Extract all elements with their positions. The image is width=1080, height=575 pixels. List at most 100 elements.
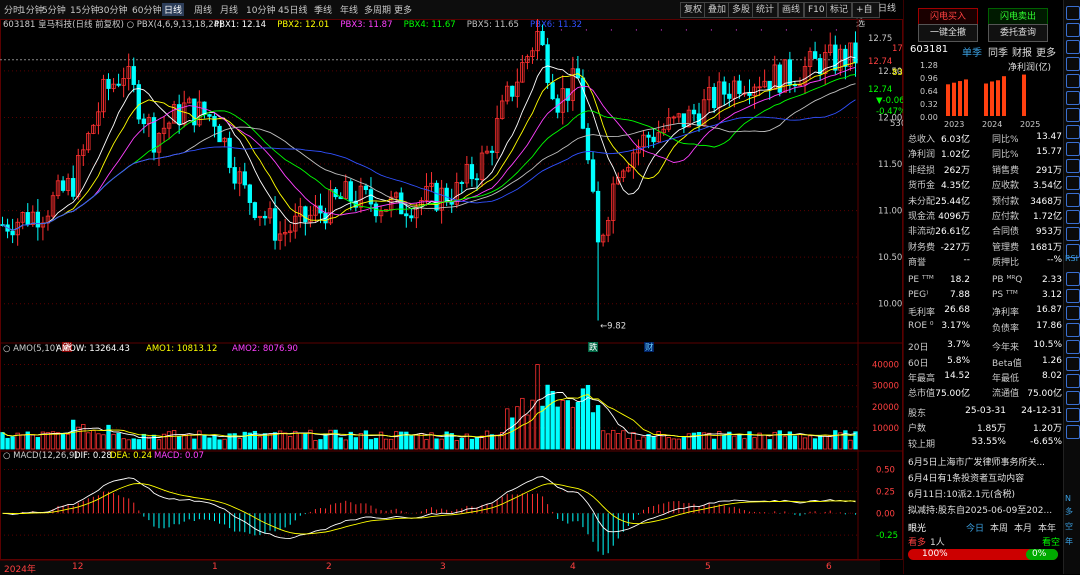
- tool-icon[interactable]: [1066, 6, 1080, 20]
- fin-cell: 应收款: [992, 181, 1020, 192]
- candle-body: [106, 78, 111, 89]
- amo-bar: [212, 435, 217, 450]
- amo-bar: [156, 439, 162, 450]
- toolbar-button[interactable]: 画线: [778, 2, 805, 18]
- order-query-button[interactable]: 委托查询: [988, 24, 1048, 42]
- toolbar-button[interactable]: 叠加: [704, 2, 731, 18]
- period-tab[interactable]: 45日线: [278, 3, 307, 16]
- tool-icon[interactable]: [1066, 193, 1080, 207]
- fin-cell: 合同债: [992, 227, 1020, 238]
- tool-icon[interactable]: [1066, 227, 1080, 241]
- toolbar-button[interactable]: 统计: [752, 2, 779, 18]
- news-item[interactable]: 拟减持:股东自2025-06-09至202...: [908, 503, 1052, 516]
- toolbar-button[interactable]: 复权: [680, 2, 707, 18]
- eye-tab[interactable]: 本年: [1038, 521, 1056, 534]
- period-tab[interactable]: 15分钟: [70, 3, 99, 16]
- period-tab[interactable]: 多周期: [364, 3, 391, 16]
- fin-tab[interactable]: 同季: [988, 44, 1008, 59]
- period-tab[interactable]: 更多: [394, 3, 412, 16]
- chart-canvas[interactable]: 603181 皇马科技(日线 前复权) ○ PBX(4,6,9,13,18,24…: [0, 19, 903, 560]
- tool-text-icon[interactable]: RSI: [1065, 254, 1078, 263]
- period-tab[interactable]: 周线: [194, 3, 212, 16]
- tool-icon[interactable]: [1066, 272, 1080, 286]
- tool-icon[interactable]: [1066, 340, 1080, 354]
- period-tab[interactable]: 10分钟: [246, 3, 275, 16]
- fin-cell: 3.17%: [941, 320, 970, 331]
- period-tab[interactable]: 月线: [220, 3, 238, 16]
- news-item[interactable]: 6月11日:10派2.1元(含税): [908, 487, 1015, 500]
- amo-bar: [474, 436, 480, 450]
- amo-bar: [394, 431, 399, 450]
- period-tab[interactable]: 年线: [340, 3, 358, 16]
- amo-bar: [606, 433, 611, 450]
- fin-cell: PB ᴹᴿQ: [992, 274, 1023, 285]
- tool-text-icon[interactable]: 空: [1065, 521, 1073, 532]
- tool-icon[interactable]: [1066, 323, 1080, 337]
- period-tab[interactable]: 60分钟: [132, 3, 161, 16]
- tool-icon[interactable]: [1066, 40, 1080, 54]
- toolbar-button[interactable]: 标记: [826, 2, 853, 18]
- amo-bar: [328, 429, 333, 450]
- tool-icon[interactable]: [1066, 425, 1080, 439]
- candle-body: [363, 185, 369, 191]
- cancel-all-button[interactable]: 一键全撤: [918, 24, 978, 42]
- fin-cell: PE ᵀᵀᴹ: [908, 274, 934, 285]
- candle-body: [691, 109, 697, 115]
- tool-icon[interactable]: [1066, 391, 1080, 405]
- period-tab[interactable]: 5分钟: [42, 3, 66, 16]
- eye-tab[interactable]: 本月: [1014, 521, 1032, 534]
- tool-icon[interactable]: [1066, 57, 1080, 71]
- tool-icon[interactable]: [1066, 74, 1080, 88]
- tool-icon[interactable]: [1066, 23, 1080, 37]
- toolbar-button[interactable]: 多股: [728, 2, 755, 18]
- tool-text-icon[interactable]: 多: [1065, 506, 1073, 517]
- tool-icon[interactable]: [1066, 210, 1080, 224]
- amo-bar: [217, 439, 222, 450]
- eye-tab[interactable]: 今日: [966, 521, 984, 534]
- fin-tab[interactable]: 更多: [1036, 44, 1056, 59]
- fin-tab[interactable]: 财报: [1012, 44, 1032, 59]
- toolbar-button[interactable]: F10: [804, 2, 829, 18]
- tool-icon[interactable]: [1066, 108, 1080, 122]
- candle-body: [737, 80, 742, 94]
- amo-bar: [722, 434, 727, 450]
- amo-bar: [823, 435, 828, 450]
- status-period: 日线: [878, 4, 897, 14]
- tool-icon[interactable]: [1066, 176, 1080, 190]
- amo-bar: [802, 437, 808, 450]
- amo-w: AMOW: 13264.43: [56, 344, 130, 354]
- candle-body: [489, 150, 495, 153]
- tool-icon[interactable]: [1066, 408, 1080, 422]
- tool-icon[interactable]: [1066, 142, 1080, 156]
- amo-bar: [313, 440, 318, 450]
- tool-icon[interactable]: [1066, 289, 1080, 303]
- amo-bar: [55, 432, 61, 450]
- tool-icon[interactable]: [1066, 159, 1080, 173]
- tool-icon[interactable]: [1066, 125, 1080, 139]
- tool-icon[interactable]: [1066, 306, 1080, 320]
- tool-icon[interactable]: [1066, 357, 1080, 371]
- tool-icon[interactable]: [1066, 374, 1080, 388]
- holder-row: 户数 1.85万 1.20万: [908, 421, 1062, 436]
- tool-icon[interactable]: [1066, 91, 1080, 105]
- tool-text-icon[interactable]: 年: [1065, 536, 1073, 547]
- news-item[interactable]: 6月4日有1条投资者互动内容: [908, 471, 1024, 484]
- fin-tab[interactable]: 单季: [962, 44, 982, 59]
- period-tab[interactable]: 季线: [314, 3, 332, 16]
- candle-body: [434, 182, 439, 211]
- fin-row: PEG⁾ 7.88 PS ᵀᵀᴹ 3.12: [908, 290, 1062, 305]
- period-tab[interactable]: 日线: [162, 3, 185, 16]
- amo-bar: [298, 432, 303, 450]
- tool-text-icon[interactable]: N: [1065, 494, 1071, 503]
- amo-bar: [434, 438, 439, 450]
- news-item[interactable]: 6月5日上海市广发律师事务所关...: [908, 455, 1045, 468]
- toolbar-button[interactable]: +自选: [852, 2, 880, 29]
- eye-tab[interactable]: 本周: [990, 521, 1008, 534]
- period-tab[interactable]: 1分钟: [20, 3, 44, 16]
- bear-label: 看空: [1042, 538, 1061, 548]
- fin-row: 财务费 -227万 管理费 1681万: [908, 240, 1062, 255]
- period-tab[interactable]: 30分钟: [98, 3, 127, 16]
- amo-bar: [616, 433, 621, 450]
- fin-cell: 净利润: [908, 150, 936, 161]
- candle-body: [651, 136, 656, 143]
